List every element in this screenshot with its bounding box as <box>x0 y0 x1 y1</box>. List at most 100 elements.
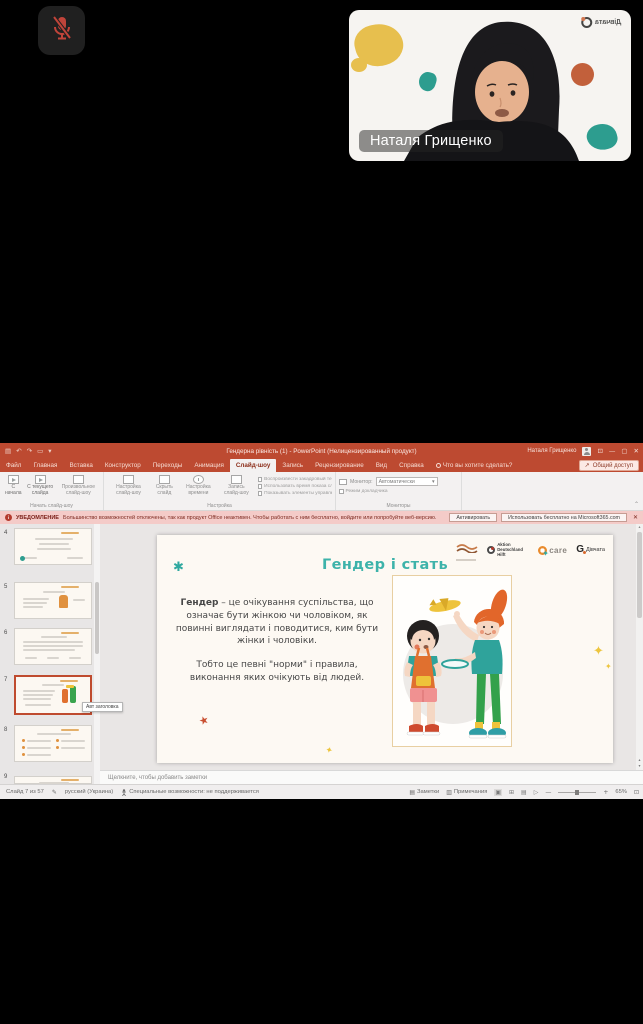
undo-icon[interactable]: ↶ <box>16 447 21 455</box>
thumb-number-selected: 7 <box>4 677 7 683</box>
comments-icon: ▥ <box>446 789 452 796</box>
slide-sorter-view-icon[interactable]: ⊞ <box>509 789 514 796</box>
tab-help[interactable]: Справка <box>393 459 430 472</box>
monitor-select[interactable]: Автоматически ▾ <box>376 477 438 486</box>
spell-check-icon[interactable]: ✎ <box>52 789 57 796</box>
share-icon: ↗ <box>585 462 590 469</box>
ribbon-options-icon[interactable]: ⊡ <box>597 447 602 455</box>
prev-next-slide-buttons[interactable]: ▴ ▾ <box>636 757 643 768</box>
use-timings-checkbox[interactable]: Использовать время показа слайдов <box>258 484 332 489</box>
custom-slideshow-button[interactable]: Произвольное слайд-шоу <box>57 475 100 496</box>
mute-button[interactable] <box>38 6 85 55</box>
notification-close-icon[interactable]: ✕ <box>633 514 638 521</box>
normal-view-icon[interactable]: ▣ <box>494 789 502 796</box>
save-icon[interactable]: ▤ <box>5 447 11 455</box>
activate-button[interactable]: Активировать <box>449 513 497 522</box>
slide-body-text: Гендер – це очікування суспільства, що о… <box>171 597 383 685</box>
next-slide-icon[interactable]: ▾ <box>638 763 640 768</box>
hide-slide-icon <box>159 475 170 484</box>
from-current-slide-button[interactable]: С текущего слайда <box>24 475 57 496</box>
adh-emblem-icon <box>487 546 495 554</box>
notes-icon: ▤ <box>409 789 415 796</box>
tab-view[interactable]: Вид <box>370 459 393 472</box>
present-icon[interactable]: ▭ <box>37 447 43 455</box>
thumb-number: 9 <box>4 774 7 780</box>
powerpoint-window: ▤ ↶ ↷ ▭ ▾ Гендерна рівність (1) - PowerP… <box>0 443 643 799</box>
zoom-level[interactable]: 65% <box>615 789 627 795</box>
ribbon-group-start-slideshow: С начала С текущего слайда Произвольное … <box>0 472 104 510</box>
accessibility-status[interactable]: Специальные возможности: не поддерживает… <box>121 789 259 796</box>
redo-icon[interactable]: ↷ <box>27 447 32 455</box>
tab-animations[interactable]: Анимация <box>188 459 230 472</box>
tab-insert[interactable]: Вставка <box>63 459 98 472</box>
notes-button[interactable]: ▤ Заметки <box>409 789 439 796</box>
use-free-button[interactable]: Использовать бесплатно на Microsoft365.c… <box>501 513 627 522</box>
thumb-number: 8 <box>4 727 7 733</box>
slide-thumbnail-7-selected[interactable] <box>14 675 92 715</box>
tab-slideshow[interactable]: Слайд-шоу <box>230 459 277 472</box>
tab-home[interactable]: Главная <box>27 459 63 472</box>
slide-thumbnail-5[interactable] <box>14 582 92 619</box>
slide-indicator: Слайд 7 из 57 <box>6 789 44 795</box>
record-slideshow-button[interactable]: Запись слайд-шоу <box>218 475 255 496</box>
fit-slide-icon[interactable]: ⊡ <box>634 789 639 796</box>
qat-customize-icon[interactable]: ▾ <box>48 447 51 455</box>
from-beginning-icon <box>8 475 19 484</box>
share-button[interactable]: ↗ Общий доступ <box>579 460 639 471</box>
slide-thumbnail-9[interactable] <box>14 776 92 784</box>
monitor-icon <box>339 479 347 485</box>
zoom-in-icon[interactable]: + <box>603 789 608 796</box>
checkbox-icon <box>258 477 263 482</box>
slide-thumbnail-panel: 4 5 <box>0 524 100 784</box>
tab-review[interactable]: Рецензирование <box>309 459 370 472</box>
meeting-screen: Дівчата Наталя Грищенко ▤ ↶ ↷ ▭ ▾ Гендер… <box>0 0 643 1024</box>
previous-slide-icon[interactable]: ▴ <box>638 757 640 762</box>
from-beginning-button[interactable]: С начала <box>3 475 24 496</box>
rehearse-timings-button[interactable]: Настройка времени <box>179 475 218 496</box>
zoom-slider[interactable] <box>558 792 596 793</box>
tab-transitions[interactable]: Переходы <box>147 459 189 472</box>
play-narrations-checkbox[interactable]: Воспроизвести закадровый текст <box>258 477 332 482</box>
account-avatar[interactable] <box>582 447 591 456</box>
info-icon: i <box>5 514 12 521</box>
hide-slide-button[interactable]: Скрыть слайд <box>150 475 179 496</box>
watermark-text: Дівчата <box>595 19 621 26</box>
vertical-scrollbar[interactable]: ▴ <box>636 524 643 770</box>
slide-thumbnail-4[interactable] <box>14 528 92 565</box>
tab-design[interactable]: Конструктор <box>99 459 147 472</box>
yellow-sparkle-decor: ✦ <box>593 645 604 658</box>
yellow-sparkle-small-decor: ✦ <box>605 663 612 671</box>
slide-term: Гендер <box>181 598 219 608</box>
quick-access-toolbar: ▤ ↶ ↷ ▭ ▾ <box>5 447 51 455</box>
notes-pane[interactable]: Щелкните, чтобы добавить заметки <box>100 770 643 784</box>
slideshow-view-icon[interactable]: ▷ <box>534 789 539 796</box>
tab-file[interactable]: Файл <box>0 459 27 472</box>
language-indicator[interactable]: русский (Украина) <box>65 789 113 795</box>
comments-button[interactable]: ▥ Примечания <box>446 789 487 796</box>
slide-thumbnail-8[interactable] <box>14 725 92 762</box>
group-label-start: Начать слайд-шоу <box>0 503 103 509</box>
minimize-icon[interactable]: — <box>609 447 616 455</box>
slide[interactable]: Aktion Deutschland Hilft care G Дівчата <box>157 535 613 763</box>
account-name[interactable]: Наталя Грищенко <box>527 448 576 454</box>
presenter-view-checkbox[interactable]: Режим докладчика <box>339 489 388 494</box>
restore-icon[interactable]: ▢ <box>621 447 627 455</box>
mic-muted-icon <box>50 14 74 47</box>
monitor-row: Монитор: Автоматически ▾ <box>339 477 438 486</box>
titlebar: ▤ ↶ ↷ ▭ ▾ Гендерна рівність (1) - PowerP… <box>0 443 643 459</box>
lightbulb-icon <box>436 463 441 468</box>
close-icon[interactable]: ✕ <box>634 447 639 455</box>
license-notification-bar: i УВЕДОМЛЕНИЕ Большинство возможностей о… <box>0 511 643 524</box>
tellme-box[interactable]: Что вы хотите сделать? <box>430 459 519 472</box>
collapse-ribbon-icon[interactable]: ⌃ <box>634 501 639 508</box>
tab-record[interactable]: Запись <box>276 459 309 472</box>
zoom-out-icon[interactable]: — <box>545 789 551 796</box>
setup-slideshow-button[interactable]: Настройка слайд-шоу <box>107 475 150 496</box>
slide-thumbnail-6[interactable] <box>14 628 92 665</box>
thumb-number: 5 <box>4 584 7 590</box>
thumb-number: 4 <box>4 530 7 536</box>
reading-view-icon[interactable]: ▤ <box>521 789 527 796</box>
thumbnail-tooltip: Авт заголовка <box>82 702 123 712</box>
show-media-controls-checkbox[interactable]: Показывать элементы управления проигрыва… <box>258 491 332 496</box>
participant-video-tile[interactable]: Дівчата Наталя Грищенко <box>349 10 631 161</box>
